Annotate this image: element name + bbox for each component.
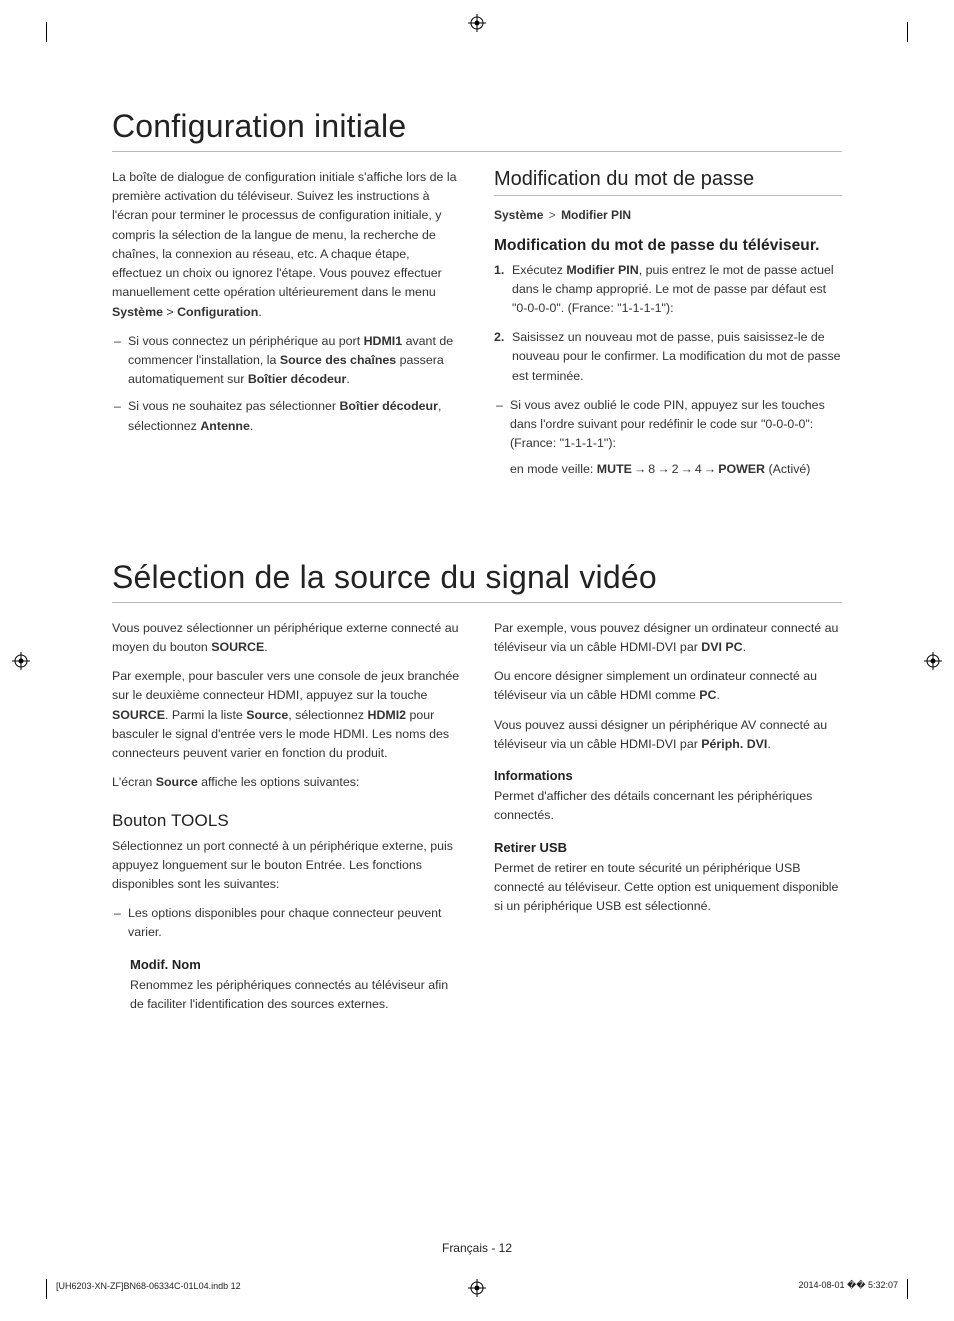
imprint-timestamp: 2014-08-01 �� 5:32:07 (798, 1280, 898, 1291)
list-item: Si vous ne souhaitez pas sélectionner Bo… (112, 397, 460, 435)
body-paragraph: Ou encore désigner simplement un ordinat… (494, 667, 842, 705)
indented-block: Modif. Nom Renommez les périphériques co… (112, 957, 460, 1014)
page-content: Configuration initiale La boîte de dialo… (112, 108, 842, 1231)
page-footer-center: Français - 12 (0, 1241, 954, 1255)
body-paragraph: Renommez les périphériques connectés au … (130, 976, 460, 1014)
imprint-bar: [UH6203-XN-ZF]BN68-06334C-01L04.indb 12 … (56, 1280, 898, 1291)
intro-paragraph: La boîte de dialogue de configuration in… (112, 168, 460, 322)
body-paragraph: Par exemple, vous pouvez désigner un ord… (494, 619, 842, 657)
crop-mark (907, 22, 908, 42)
left-column: Vous pouvez sélectionner un périphérique… (112, 619, 460, 1024)
sub-heading: Modification du mot de passe du télévise… (494, 237, 842, 255)
list-item: Les options disponibles pour chaque conn… (112, 904, 460, 942)
body-paragraph: Sélectionnez un port connecté à un périp… (112, 837, 460, 895)
list-item: Si vous connectez un périphérique au por… (112, 332, 460, 390)
section-title: Sélection de la source du signal vidéo (112, 559, 842, 603)
body-paragraph: Vous pouvez aussi désigner un périphériq… (494, 716, 842, 754)
right-column: Par exemple, vous pouvez désigner un ord… (494, 619, 842, 1024)
crop-mark (46, 22, 47, 42)
section-title: Configuration initiale (112, 108, 842, 152)
list-item: Exécutez Modifier PIN, puis entrez le mo… (494, 261, 842, 319)
subsection-heading: Modification du mot de passe (494, 168, 842, 196)
note-list: Si vous avez oublié le code PIN, appuyez… (494, 396, 842, 479)
body-paragraph: Permet d'afficher des détails concernant… (494, 787, 842, 825)
key-sequence: en mode veille: MUTE→8→2→4→POWER (Activé… (510, 460, 842, 479)
two-column-layout: Vous pouvez sélectionner un périphérique… (112, 619, 842, 1024)
left-column: La boîte de dialogue de configuration in… (112, 168, 460, 489)
bullet-list: Si vous connectez un périphérique au por… (112, 332, 460, 436)
tools-heading: Bouton TOOLS (112, 811, 460, 831)
two-column-layout: La boîte de dialogue de configuration in… (112, 168, 842, 489)
list-item: Si vous avez oublié le code PIN, appuyez… (494, 396, 842, 479)
imprint-file: [UH6203-XN-ZF]BN68-06334C-01L04.indb 12 (56, 1281, 241, 1291)
note-list: Les options disponibles pour chaque conn… (112, 904, 460, 942)
body-paragraph: Par exemple, pour basculer vers une cons… (112, 667, 460, 763)
body-paragraph: L'écran Source affiche les options suiva… (112, 773, 460, 792)
list-item: Saisissez un nouveau mot de passe, puis … (494, 328, 842, 386)
registration-mark-icon (468, 14, 486, 32)
right-column: Modification du mot de passe Système > M… (494, 168, 842, 489)
mini-heading: Informations (494, 768, 842, 783)
mini-heading: Retirer USB (494, 840, 842, 855)
registration-mark-icon (12, 652, 30, 670)
mini-heading: Modif. Nom (130, 957, 460, 972)
body-paragraph: Vous pouvez sélectionner un périphérique… (112, 619, 460, 657)
crop-mark (907, 1279, 908, 1299)
page-sheet: Configuration initiale La boîte de dialo… (0, 0, 954, 1321)
body-paragraph: Permet de retirer en toute sécurité un p… (494, 859, 842, 917)
menu-path: Système > Modifier PIN (494, 206, 842, 225)
crop-mark (46, 1279, 47, 1299)
registration-mark-icon (924, 652, 942, 670)
numbered-steps: Exécutez Modifier PIN, puis entrez le mo… (494, 261, 842, 386)
